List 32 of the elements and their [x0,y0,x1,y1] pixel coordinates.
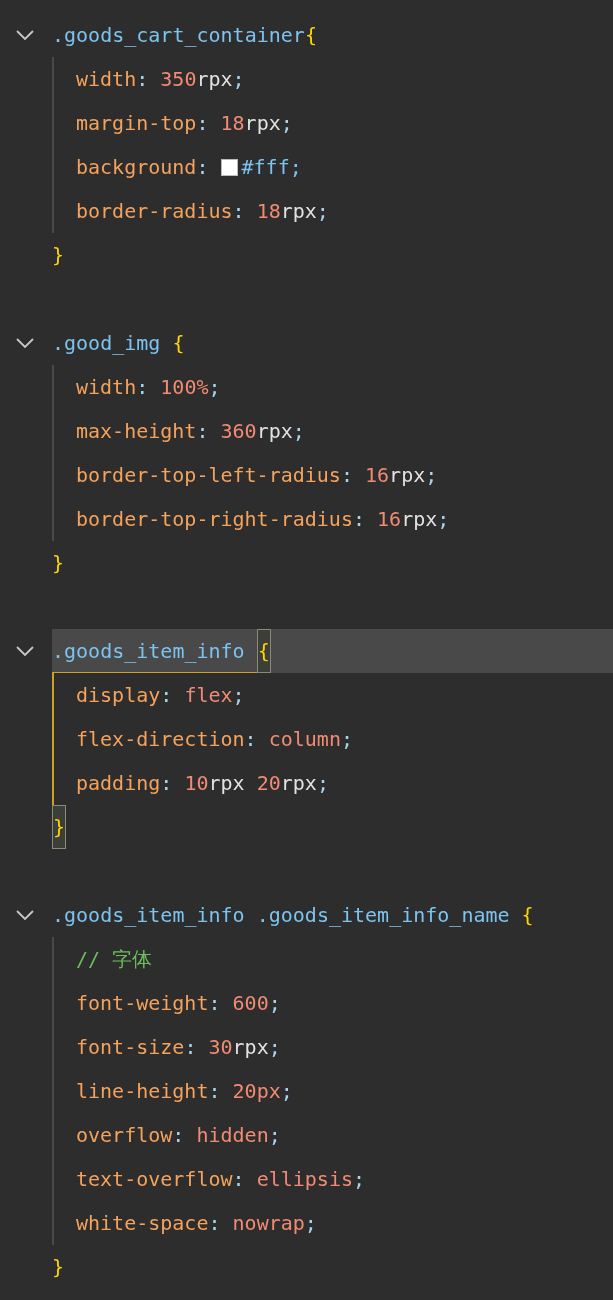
code-line: max-height: 360rpx; [76,418,305,445]
closing-brace: } [52,805,67,849]
closing-brace: } [52,550,65,577]
code-line: border-top-left-radius: 16rpx; [76,462,438,489]
code-line: display: flex; [76,682,245,709]
code-line: border-top-right-radius: 16rpx; [76,506,450,533]
closing-brace: } [52,1254,65,1281]
css-selector: .goods_cart_container{ [52,22,317,49]
chevron-icon[interactable] [16,29,34,41]
code-line: // 字体 [76,946,153,973]
css-selector: .good_img { [52,330,185,357]
chevron-icon[interactable] [16,337,34,349]
code-line: font-size: 30rpx; [76,1034,281,1061]
code-line: width: 350rpx; [76,66,245,93]
code-line: padding: 10rpx 20rpx; [76,770,329,797]
css-selector: .goods_item_info .goods_item_info_name { [52,902,534,929]
code-line: line-height: 20px; [76,1078,293,1105]
closing-brace: } [52,242,65,269]
code-line: flex-direction: column; [76,726,353,753]
code-line: margin-top: 18rpx; [76,110,293,137]
code-line: width: 100%; [76,374,221,401]
code-line: font-weight: 600; [76,990,281,1017]
code-line: white-space: nowrap; [76,1210,317,1237]
color-swatch-icon[interactable] [220,158,238,176]
chevron-icon[interactable] [16,645,34,657]
code-line: border-radius: 18rpx; [76,198,329,225]
code-line: text-overflow: ellipsis; [76,1166,365,1193]
code-line: #fff; [241,154,302,181]
chevron-icon[interactable] [16,909,34,921]
code-line: overflow: hidden; [76,1122,281,1149]
code-line: background: [76,154,210,181]
css-selector: .goods_item_info { [52,629,271,673]
